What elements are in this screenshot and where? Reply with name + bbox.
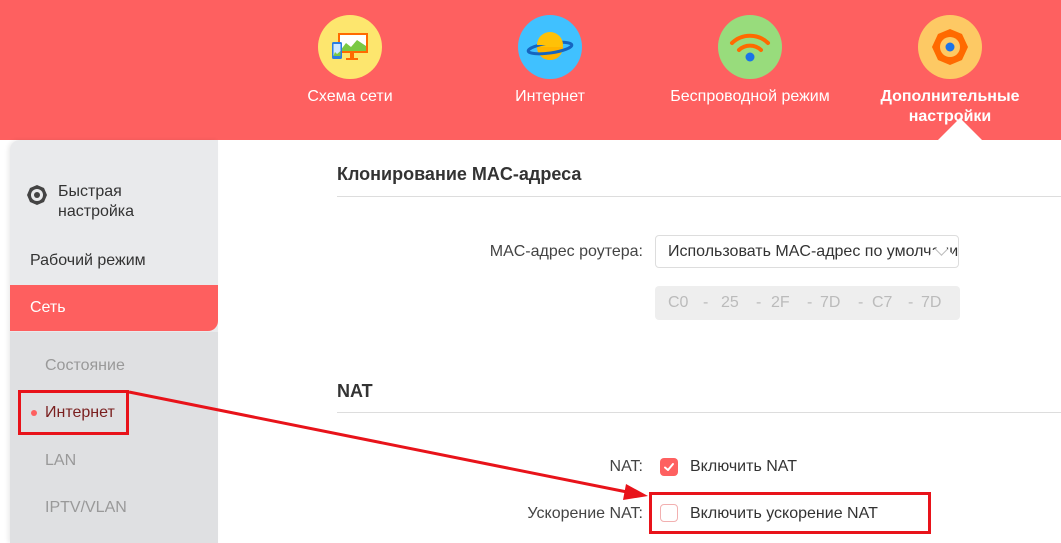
arrow-head-icon xyxy=(623,484,648,500)
annotation-arrow xyxy=(128,390,648,500)
